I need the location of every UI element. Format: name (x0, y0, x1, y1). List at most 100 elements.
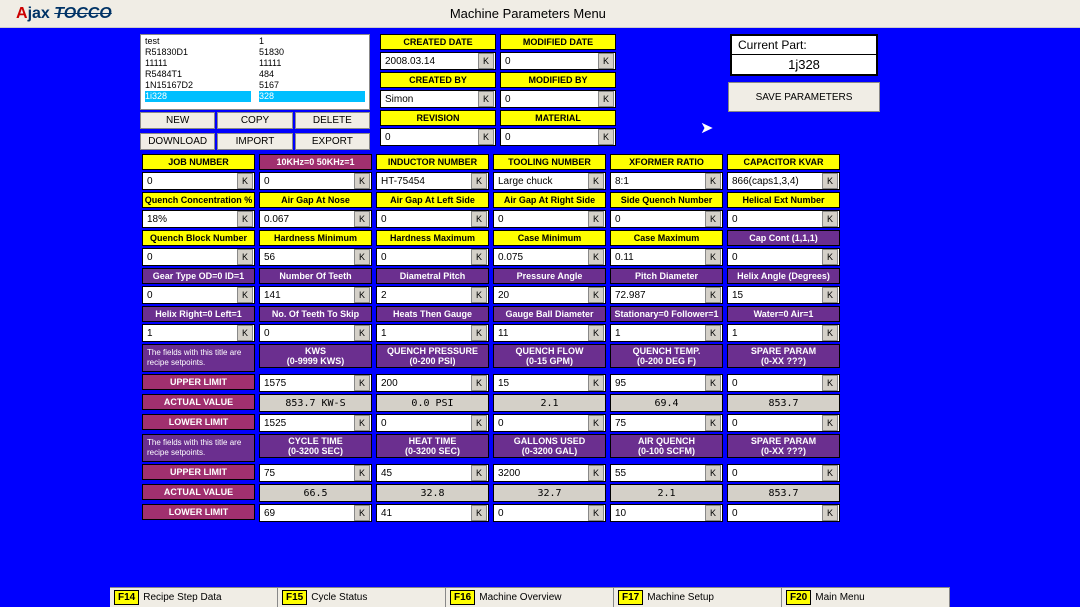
limit-field[interactable]: 1525K (259, 414, 372, 432)
param-field[interactable]: 141K (259, 286, 372, 304)
k-button[interactable]: K (237, 211, 253, 227)
param-field[interactable]: 0.075K (493, 248, 606, 266)
k-button[interactable]: K (471, 375, 487, 391)
limit-field[interactable]: 0K (493, 414, 606, 432)
k-button[interactable]: K (705, 287, 721, 303)
k-button[interactable]: K (237, 249, 253, 265)
limit-field[interactable]: 41K (376, 504, 489, 522)
k-button[interactable]: K (822, 505, 838, 521)
fkey-f14[interactable]: F14Recipe Step Data (110, 588, 278, 607)
limit-field[interactable]: 45K (376, 464, 489, 482)
param-field[interactable]: 2K (376, 286, 489, 304)
k-button[interactable]: K (354, 325, 370, 341)
k-button[interactable]: K (588, 287, 604, 303)
limit-field[interactable]: 0K (493, 504, 606, 522)
k-button[interactable]: K (354, 287, 370, 303)
k-button[interactable]: K (471, 287, 487, 303)
k-button[interactable]: K (822, 375, 838, 391)
k-button[interactable]: K (705, 375, 721, 391)
k-button[interactable]: K (598, 53, 614, 69)
param-field[interactable]: 72.987K (610, 286, 723, 304)
limit-field[interactable]: 3200K (493, 464, 606, 482)
new-button[interactable]: NEW (140, 112, 215, 129)
param-field[interactable]: 56K (259, 248, 372, 266)
modified-by-field[interactable]: 0K (500, 90, 616, 108)
param-field[interactable]: 0K (142, 172, 255, 190)
k-button[interactable]: K (705, 415, 721, 431)
param-field[interactable]: 1K (727, 324, 840, 342)
param-field[interactable]: 0K (610, 210, 723, 228)
k-button[interactable]: K (471, 465, 487, 481)
k-button[interactable]: K (471, 325, 487, 341)
k-button[interactable]: K (705, 465, 721, 481)
limit-field[interactable]: 0K (727, 464, 840, 482)
limit-field[interactable]: 10K (610, 504, 723, 522)
param-field[interactable]: 1K (142, 324, 255, 342)
k-button[interactable]: K (354, 505, 370, 521)
k-button[interactable]: K (822, 325, 838, 341)
k-button[interactable]: K (471, 173, 487, 189)
modified-date-field[interactable]: 0K (500, 52, 616, 70)
limit-field[interactable]: 0K (727, 414, 840, 432)
k-button[interactable]: K (705, 325, 721, 341)
download-button[interactable]: DOWNLOAD (140, 133, 215, 150)
param-field[interactable]: 20K (493, 286, 606, 304)
param-field[interactable]: 0K (259, 324, 372, 342)
k-button[interactable]: K (471, 249, 487, 265)
param-field[interactable]: 0K (259, 172, 372, 190)
param-field[interactable]: 1K (610, 324, 723, 342)
k-button[interactable]: K (588, 465, 604, 481)
param-field[interactable]: 0K (727, 248, 840, 266)
limit-field[interactable]: 0K (727, 504, 840, 522)
k-button[interactable]: K (354, 465, 370, 481)
k-button[interactable]: K (705, 249, 721, 265)
save-parameters-button[interactable]: SAVE PARAMETERS (728, 82, 880, 112)
param-field[interactable]: 18%K (142, 210, 255, 228)
k-button[interactable]: K (354, 249, 370, 265)
param-field[interactable]: 0K (142, 286, 255, 304)
param-field[interactable]: 11K (493, 324, 606, 342)
k-button[interactable]: K (822, 211, 838, 227)
k-button[interactable]: K (588, 173, 604, 189)
delete-button[interactable]: DELETE (295, 112, 370, 129)
limit-field[interactable]: 0K (376, 414, 489, 432)
k-button[interactable]: K (588, 505, 604, 521)
created-date-field[interactable]: 2008.03.14K (380, 52, 496, 70)
limit-field[interactable]: 69K (259, 504, 372, 522)
recipe-list[interactable]: testR51830D111111R5484T11N15167D21i328 1… (140, 34, 370, 110)
param-field[interactable]: 0K (727, 210, 840, 228)
k-button[interactable]: K (822, 415, 838, 431)
k-button[interactable]: K (705, 211, 721, 227)
k-button[interactable]: K (237, 287, 253, 303)
param-field[interactable]: 15K (727, 286, 840, 304)
import-button[interactable]: IMPORT (217, 133, 292, 150)
k-button[interactable]: K (237, 325, 253, 341)
param-field[interactable]: 0.067K (259, 210, 372, 228)
k-button[interactable]: K (354, 211, 370, 227)
fkey-f17[interactable]: F17Machine Setup (614, 588, 782, 607)
limit-field[interactable]: 1575K (259, 374, 372, 392)
param-field[interactable]: 8:1K (610, 172, 723, 190)
k-button[interactable]: K (471, 211, 487, 227)
limit-field[interactable]: 15K (493, 374, 606, 392)
k-button[interactable]: K (471, 505, 487, 521)
param-field[interactable]: 0.11K (610, 248, 723, 266)
k-button[interactable]: K (705, 505, 721, 521)
limit-field[interactable]: 0K (727, 374, 840, 392)
fkey-f15[interactable]: F15Cycle Status (278, 588, 446, 607)
k-button[interactable]: K (588, 375, 604, 391)
param-field[interactable]: 866(caps1,3,4)K (727, 172, 840, 190)
export-button[interactable]: EXPORT (295, 133, 370, 150)
k-button[interactable]: K (705, 173, 721, 189)
param-field[interactable]: 0K (376, 248, 489, 266)
k-button[interactable]: K (822, 287, 838, 303)
k-button[interactable]: K (822, 173, 838, 189)
k-button[interactable]: K (471, 415, 487, 431)
k-button[interactable]: K (588, 325, 604, 341)
limit-field[interactable]: 75K (259, 464, 372, 482)
param-field[interactable]: 1K (376, 324, 489, 342)
k-button[interactable]: K (822, 465, 838, 481)
limit-field[interactable]: 95K (610, 374, 723, 392)
fkey-f20[interactable]: F20Main Menu (782, 588, 950, 607)
limit-field[interactable]: 75K (610, 414, 723, 432)
